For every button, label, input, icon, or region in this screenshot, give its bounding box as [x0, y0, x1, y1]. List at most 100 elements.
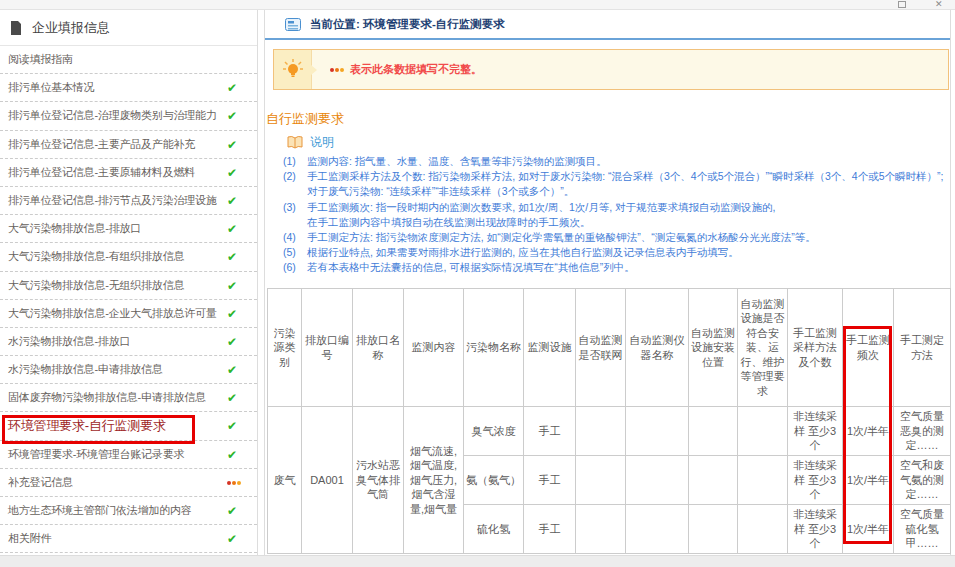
alert-icon-box — [274, 50, 312, 89]
check-icon: ✔ — [227, 279, 237, 293]
col-header-manual-method: 手工测定方法 — [894, 289, 951, 407]
bottom-strip — [0, 555, 955, 567]
annotation-box-frequency-column — [843, 326, 892, 544]
cell-sampling: 非连续采样 至少3个 — [788, 505, 843, 554]
incomplete-icon — [330, 68, 345, 72]
cell-auto-compliance — [738, 505, 788, 554]
cell-facility: 手工 — [524, 505, 576, 554]
breadcrumb: 当前位置: 环境管理要求-自行监测要求 — [265, 10, 950, 40]
col-header-auto-compliance: 自动监测设施是否符合安装、运行、维护等管理要求 — [738, 289, 788, 407]
sidebar-item-air-outlet[interactable]: 大气污染物排放信息-排放口✔ — [0, 215, 257, 243]
check-icon: ✔ — [227, 138, 237, 152]
check-icon: ✔ — [227, 532, 237, 546]
sidebar-item-water-apply[interactable]: 水污染物排放信息-申请排放信息✔ — [0, 356, 257, 384]
note-item: (3)手工监测频次: 指一段时期内的监测次数要求, 如1次/周、1次/月等, 对… — [283, 200, 950, 230]
check-icon: ✔ — [227, 81, 237, 95]
check-icon: ✔ — [227, 504, 237, 518]
cell-facility: 手工 — [524, 456, 576, 505]
col-header-outlet-no: 排放口编号 — [302, 289, 353, 407]
book-icon — [287, 136, 303, 149]
sidebar-item-supplementary-registration[interactable]: 补充登记信息 — [0, 469, 257, 497]
cell-sampling: 非连续采样 至少3个 — [788, 456, 843, 505]
col-header-auto-device-name: 自动监测仪器名称 — [626, 289, 689, 407]
check-icon: ✔ — [227, 222, 237, 236]
cell-outlet-name: 污水站恶臭气体排气筒 — [353, 407, 404, 554]
notes-list: (1)监测内容: 指气量、水量、温度、含氧量等非污染物的监测项目。 (2)手工监… — [283, 154, 950, 276]
check-icon: ✔ — [227, 307, 237, 321]
note-label: 说明 — [310, 134, 334, 151]
check-icon: ✔ — [227, 109, 237, 123]
check-icon: ✔ — [227, 363, 237, 377]
cell-sampling: 非连续采样 至少3个 — [788, 407, 843, 456]
alert-banner: 表示此条数据填写不完整。 — [273, 49, 949, 90]
window-maximize-icon[interactable] — [898, 1, 906, 8]
cell-auto-connected — [576, 505, 626, 554]
sidebar-item-registration-products[interactable]: 排污单位登记信息-主要产品及产能补充✔ — [0, 131, 257, 159]
alert-message-row: 表示此条数据填写不完整。 — [312, 50, 482, 89]
sidebar-item-air-organized[interactable]: 大气污染物排放信息-有组织排放信息✔ — [0, 243, 257, 271]
sidebar-item-basic-info[interactable]: 排污单位基本情况✔ — [0, 74, 257, 102]
col-header-manual-sampling: 手工监测采样方法及个数 — [788, 289, 843, 407]
note-item: (1)监测内容: 指气量、水量、温度、含氧量等非污染物的监测项目。 — [283, 154, 950, 169]
cell-auto-compliance — [738, 456, 788, 505]
newspaper-icon — [285, 18, 301, 31]
sidebar-title: 企业填报信息 — [32, 19, 110, 37]
cell-method: 空气质量恶臭的测定…… — [894, 407, 951, 456]
sidebar-item-water-outlet[interactable]: 水污染物排放信息-排放口✔ — [0, 328, 257, 356]
cell-source-type: 废气 — [268, 407, 302, 554]
cell-auto-device — [626, 407, 689, 456]
cell-auto-device — [626, 456, 689, 505]
check-icon: ✔ — [227, 335, 237, 349]
lightbulb-icon — [282, 59, 304, 81]
note-item: (4)手工测定方法: 指污染物浓度测定方法, 如“测定化学需氧量的重铬酸钾法”、… — [283, 230, 950, 245]
sidebar-item-reading-guide[interactable]: 阅读填报指南 — [0, 46, 257, 74]
sidebar-item-air-unorganized[interactable]: 大气污染物排放信息-无组织排放信息✔ — [0, 272, 257, 300]
sidebar: 企业填报信息 阅读填报指南 排污单位基本情况✔ 排污单位登记信息-治理废物类别与… — [0, 10, 258, 555]
alert-message: 表示此条数据填写不完整。 — [350, 62, 482, 77]
cell-pollutant: 硫化氢 — [464, 505, 524, 554]
note-header: 说明 — [287, 134, 950, 151]
window-titlebar: ✕ — [0, 0, 955, 10]
sidebar-item-registration-nodes[interactable]: 排污单位登记信息-排污节点及污染治理设施✔ — [0, 187, 257, 215]
col-header-monitor-facility: 监测设施 — [524, 289, 576, 407]
col-header-pollutant-name: 污染物名称 — [464, 289, 524, 407]
cell-auto-connected — [576, 407, 626, 456]
sidebar-item-registration-materials[interactable]: 排污单位登记信息-主要原辅材料及燃料✔ — [0, 159, 257, 187]
cell-auto-position — [689, 505, 738, 554]
note-item: (5)根据行业特点, 如果需要对雨排水进行监测的, 应当在其他自行监测及记录信息… — [283, 245, 950, 260]
sidebar-item-registration-waste-types[interactable]: 排污单位登记信息-治理废物类别与治理能力✔ — [0, 102, 257, 130]
window-close-icon[interactable]: ✕ — [935, 0, 943, 9]
check-icon: ✔ — [227, 419, 237, 433]
col-header-auto-connected: 自动监测是否联网 — [576, 289, 626, 407]
sidebar-item-solid-waste[interactable]: 固体废弃物污染物排放信息-申请排放信息✔ — [0, 384, 257, 412]
sidebar-item-local-authority-content[interactable]: 地方生态环境主管部门依法增加的内容✔ — [0, 497, 257, 525]
check-icon: ✔ — [227, 391, 237, 405]
col-header-auto-install-position: 自动监测设施安装位置 — [689, 289, 738, 407]
cell-method: 空气质量硫化氢甲…… — [894, 505, 951, 554]
check-icon: ✔ — [227, 194, 237, 208]
section-title: 自行监测要求 — [266, 110, 950, 128]
page: ✕ 企业填报信息 阅读填报指南 排污单位基本情况✔ 排污单位登记信息-治理废物类… — [0, 0, 955, 567]
cell-auto-compliance — [738, 407, 788, 456]
cell-method: 空气和废气氨的测定…… — [894, 456, 951, 505]
col-header-outlet-name: 排放口名称 — [353, 289, 404, 407]
sidebar-item-attachments[interactable]: 相关附件✔ — [0, 525, 257, 553]
current-location-label: 当前位置: 环境管理要求-自行监测要求 — [310, 17, 505, 32]
sidebar-item-air-total-permit[interactable]: 大气污染物排放信息-企业大气排放总许可量✔ — [0, 300, 257, 328]
note-item: (6)若有本表格中无法囊括的信息, 可根据实际情况填写在“其他信息”列中。 — [283, 260, 950, 275]
incomplete-icon — [226, 481, 241, 485]
document-icon — [10, 21, 22, 35]
cell-outlet-no: DA001 — [302, 407, 353, 554]
col-header-monitor-content: 监测内容 — [404, 289, 464, 407]
col-header-source-type: 污染源类别 — [268, 289, 302, 407]
cell-auto-position — [689, 407, 738, 456]
annotation-box-sidebar-item — [2, 415, 195, 444]
cell-auto-position — [689, 456, 738, 505]
check-icon: ✔ — [227, 448, 237, 462]
sidebar-item-ledger-records[interactable]: 环境管理要求-环境管理台账记录要求✔ — [0, 441, 257, 469]
cell-pollutant: 臭气浓度 — [464, 407, 524, 456]
cell-pollutant: 氨（氨气） — [464, 456, 524, 505]
check-icon: ✔ — [227, 250, 237, 264]
note-item: (2)手工监测采样方法及个数: 指污染物采样方法, 如对于废水污染物: “混合采… — [283, 169, 950, 199]
check-icon: ✔ — [227, 166, 237, 180]
